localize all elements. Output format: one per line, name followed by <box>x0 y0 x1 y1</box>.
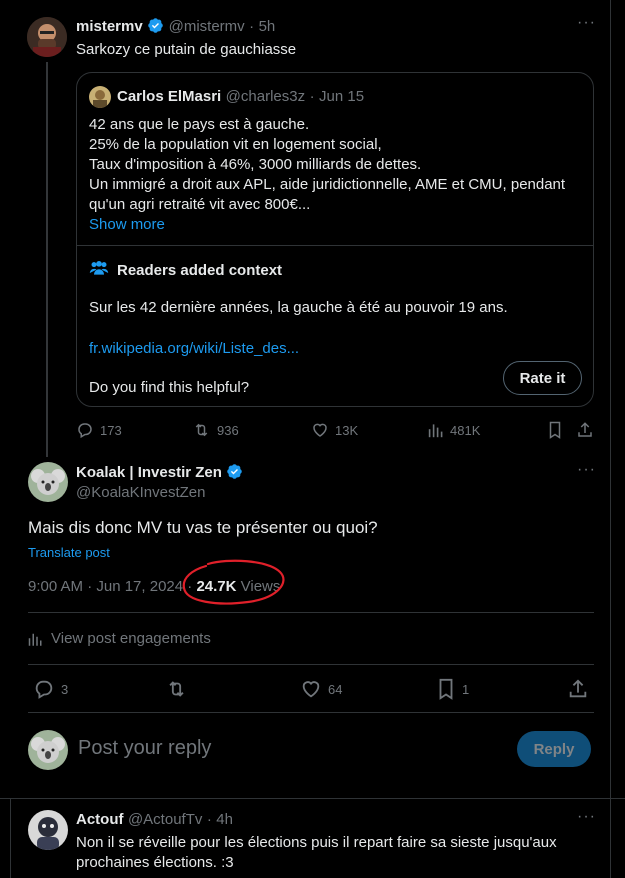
verified-badge-icon <box>226 463 243 485</box>
koala-avatar-icon <box>28 730 68 770</box>
current-user-avatar <box>28 730 68 770</box>
author-handle[interactable]: @KoalaKInvestZen <box>76 484 205 501</box>
bookmark-icon <box>439 678 453 700</box>
heart-icon <box>313 423 327 437</box>
people-icon <box>89 260 109 281</box>
reply-action[interactable]: 3 <box>33 678 68 700</box>
like-count: 64 <box>328 681 343 697</box>
reply-input[interactable]: Post your reply <box>78 737 211 760</box>
avatar-photo-icon <box>27 17 67 57</box>
heart-icon <box>302 681 320 698</box>
repost-action[interactable]: 936 <box>192 421 239 439</box>
quote-header: Carlos ElMasri @charles3z · Jun 15 <box>117 88 365 105</box>
avatar-photo-icon <box>89 86 111 108</box>
reply-count: 173 <box>100 422 122 438</box>
reply-text-line: Non il se réveille pour les élections pu… <box>76 834 557 851</box>
share-action[interactable] <box>567 678 589 700</box>
quote-line: Taux d'imposition à 46%, 3000 milliards … <box>89 156 422 173</box>
show-more-link[interactable]: Show more <box>89 215 589 235</box>
reply-text: Non il se réveille pour les élections pu… <box>76 833 557 873</box>
quote-line: qu'un agri retraité vit avec 800€... <box>89 196 311 213</box>
repost-action[interactable] <box>165 678 188 700</box>
like-action[interactable]: 13K <box>311 421 358 439</box>
view-engagements-label: View post engagements <box>51 630 211 647</box>
post-time[interactable]: 5h <box>259 18 276 35</box>
reply-text-line: prochaines élections. :3 <box>76 854 234 871</box>
quote-time: Jun 15 <box>319 88 365 105</box>
views-count: 481K <box>450 422 481 438</box>
bookmark-action[interactable] <box>547 421 563 439</box>
repost-count: 936 <box>217 422 239 438</box>
avatar-carlos <box>89 86 111 108</box>
helpful-question: Do you find this helpful? <box>89 379 250 396</box>
red-circle-annotation <box>182 559 285 605</box>
community-note: Readers added context Sur les 42 dernièr… <box>77 246 593 406</box>
views-action[interactable]: 481K <box>428 421 480 439</box>
reply-icon <box>78 423 92 439</box>
avatar-mistermv[interactable] <box>27 17 67 57</box>
repost-icon <box>195 423 208 437</box>
rate-it-button[interactable]: Rate it <box>503 361 582 395</box>
avatar-photo-icon <box>28 810 68 850</box>
quote-line: 42 ans que le pays est à gauche. <box>89 116 310 133</box>
quote-author-name: Carlos ElMasri <box>117 88 222 105</box>
context-title: Readers added context <box>117 262 283 279</box>
post-timestamp[interactable]: 9:00 AM · Jun 17, 2024 · <box>28 578 196 595</box>
post-text: Sarkozy ce putain de gauchiasse <box>76 41 297 58</box>
analytics-icon <box>28 633 42 646</box>
view-engagements[interactable]: View post engagements <box>28 630 211 647</box>
quote-line: 25% de la population vit en logement soc… <box>89 136 382 153</box>
share-action[interactable] <box>576 421 594 439</box>
repost-icon <box>169 681 184 697</box>
more-options-icon[interactable]: ··· <box>577 461 596 479</box>
more-options-icon[interactable]: ··· <box>577 14 596 32</box>
author-name[interactable]: Actouf <box>76 811 124 828</box>
share-icon <box>578 422 592 437</box>
context-text: Sur les 42 dernière années, la gauche à … <box>89 299 508 316</box>
focused-post-author: Koalak | Investir Zen <box>76 463 243 485</box>
koala-avatar-icon <box>28 462 68 502</box>
bookmark-icon <box>549 421 561 439</box>
quoted-post-card[interactable]: Carlos ElMasri @charles3z · Jun 15 42 an… <box>76 72 594 407</box>
thread-line <box>46 62 48 457</box>
quote-line: Un immigré a droit aux APL, aide juridic… <box>89 176 566 193</box>
author-handle[interactable]: @ActoufTv <box>128 811 202 828</box>
share-icon <box>569 679 587 698</box>
post-header: mistermv @mistermv · 5h <box>76 17 275 39</box>
verified-badge-icon <box>147 17 164 39</box>
focused-post-text: Mais dis donc MV tu vas te présenter ou … <box>28 518 378 537</box>
reply-button[interactable]: Reply <box>517 731 591 767</box>
reply-count: 3 <box>61 681 69 697</box>
like-count: 13K <box>335 422 359 438</box>
author-name[interactable]: Koalak | Investir Zen <box>76 464 222 481</box>
reply-icon <box>35 680 53 699</box>
avatar-koalak[interactable] <box>28 462 68 502</box>
thread-divider <box>10 798 11 878</box>
more-options-icon[interactable]: ··· <box>577 808 596 826</box>
reply-header: Actouf @ActoufTv · 4h <box>76 811 233 828</box>
context-link[interactable]: fr.wikipedia.org/wiki/Liste_des... <box>89 340 299 357</box>
bookmark-count: 1 <box>462 681 470 697</box>
analytics-icon <box>428 424 443 438</box>
avatar-actouf[interactable] <box>28 810 68 850</box>
post-time[interactable]: 4h <box>216 811 233 828</box>
reply-action[interactable]: 173 <box>76 421 122 439</box>
bookmark-action[interactable]: 1 <box>436 678 469 700</box>
quote-text: 42 ans que le pays est à gauche. 25% de … <box>89 115 589 235</box>
translate-link[interactable]: Translate post <box>28 545 110 560</box>
quote-author-handle: @charles3z <box>225 88 306 105</box>
like-action[interactable]: 64 <box>300 678 342 700</box>
thread-divider <box>610 0 611 878</box>
author-name[interactable]: mistermv <box>76 18 143 35</box>
author-handle[interactable]: @mistermv <box>169 18 245 35</box>
